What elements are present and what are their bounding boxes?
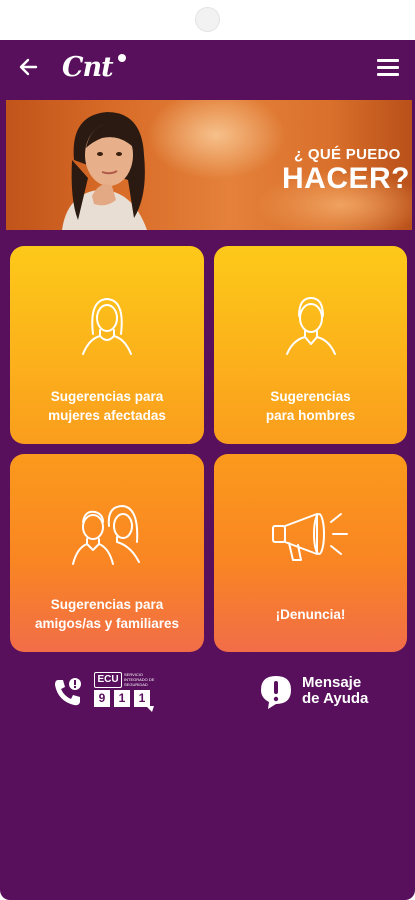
megaphone-icon: [271, 513, 348, 561]
help-line1: Mensaje: [302, 674, 362, 691]
ecu-small-text: SERVICIO INTEGRADO DE SEGURIDAD: [124, 672, 155, 687]
ecu-label: ECU: [94, 672, 122, 688]
card-label-line1: Sugerencias para: [50, 389, 164, 404]
cnt-logo: Cnt: [62, 52, 132, 86]
banner-question-line2: HACER?: [282, 162, 410, 195]
hero-banner: ¿ QUÉ PUEDO HACER?: [6, 100, 412, 230]
card-label-line2: para hombres: [265, 408, 356, 423]
ecu-digit: 9: [94, 690, 110, 707]
top-bar: Cnt: [0, 40, 415, 98]
app-screen: Cnt ¿ QUÉ PUEDO HACER? Sugerencias para …: [0, 40, 415, 900]
ecu-digit: 1: [134, 690, 150, 707]
ecu-digit: 1: [114, 690, 130, 707]
logo-dot: [118, 54, 126, 62]
card-label-line1: Sugerencias: [270, 389, 351, 404]
alert-bubble-icon: [261, 676, 291, 709]
group-people-icon: [72, 505, 140, 565]
banner-question-line1: ¿ QUÉ PUEDO: [294, 146, 401, 163]
women-suggestions-card[interactable]: Sugerencias para mujeres afectadas: [10, 246, 204, 444]
logo-text: Cnt: [62, 52, 114, 83]
hamburger-menu-icon[interactable]: [377, 59, 399, 77]
ecu911-logo: ECU SERVICIO INTEGRADO DE SEGURIDAD 9 1 …: [94, 672, 156, 712]
front-camera: [195, 7, 220, 32]
device-frame: Cnt ¿ QUÉ PUEDO HACER? Sugerencias para …: [0, 0, 415, 900]
friends-family-suggestions-card[interactable]: Sugerencias para amigos/as y familiares: [10, 454, 204, 652]
report-card[interactable]: ¡Denuncia!: [214, 454, 407, 652]
woman-icon: [82, 298, 132, 355]
card-label-line2: mujeres afectadas: [48, 408, 166, 423]
thinking-woman-image: [62, 112, 147, 230]
card-label-line1: Sugerencias para: [50, 597, 164, 612]
help-message-label: Mensaje de Ayuda: [302, 675, 368, 707]
emergency-call-button[interactable]: ECU SERVICIO INTEGRADO DE SEGURIDAD 9 1 …: [52, 670, 162, 716]
man-icon: [285, 297, 336, 355]
phone-alert-icon: [55, 678, 81, 706]
help-message-button[interactable]: Mensaje de Ayuda: [258, 670, 378, 716]
card-label-line2: amigos/as y familiares: [34, 616, 180, 631]
men-suggestions-card[interactable]: Sugerencias para hombres: [214, 246, 407, 444]
help-line2: de Ayuda: [302, 690, 369, 707]
arrow-left-icon[interactable]: [16, 54, 42, 80]
card-label: ¡Denuncia!: [275, 607, 346, 622]
